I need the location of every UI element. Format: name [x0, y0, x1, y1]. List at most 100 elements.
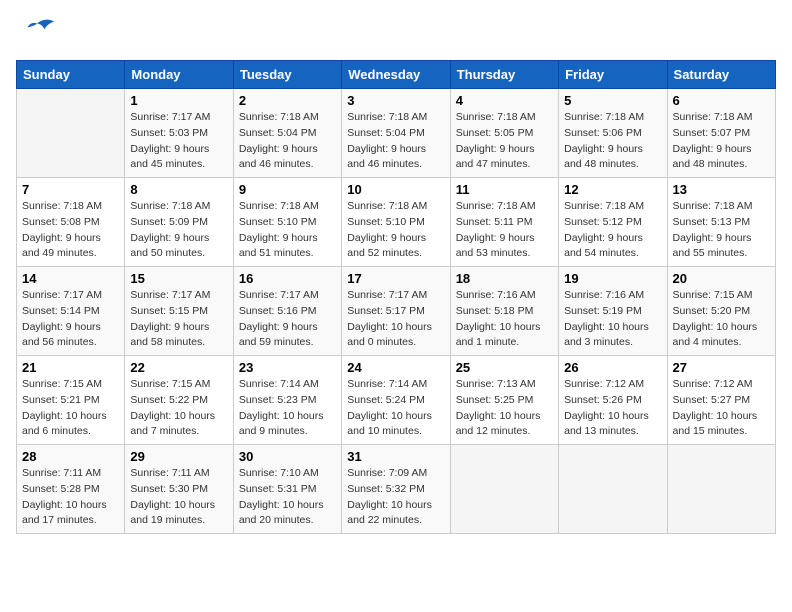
day-info: Sunrise: 7:18 AMSunset: 5:04 PMDaylight:… [239, 110, 336, 173]
day-info: Sunrise: 7:18 AMSunset: 5:09 PMDaylight:… [130, 199, 227, 262]
calendar-cell: 2Sunrise: 7:18 AMSunset: 5:04 PMDaylight… [233, 89, 341, 178]
day-number: 19 [564, 271, 661, 286]
day-number: 9 [239, 182, 336, 197]
day-number: 13 [673, 182, 770, 197]
logo [16, 16, 62, 52]
weekday-header-friday: Friday [559, 61, 667, 89]
day-info: Sunrise: 7:18 AMSunset: 5:07 PMDaylight:… [673, 110, 770, 173]
day-info: Sunrise: 7:11 AMSunset: 5:30 PMDaylight:… [130, 466, 227, 529]
day-number: 26 [564, 360, 661, 375]
day-info: Sunrise: 7:17 AMSunset: 5:15 PMDaylight:… [130, 288, 227, 351]
day-info: Sunrise: 7:15 AMSunset: 5:20 PMDaylight:… [673, 288, 770, 351]
calendar-cell: 11 Sunrise: 7:18 AMSunset: 5:11 PMDayligh… [450, 178, 558, 267]
calendar-cell: 26 Sunrise: 7:12 AMSunset: 5:26 PMDayligh… [559, 356, 667, 445]
day-number: 30 [239, 449, 336, 464]
calendar-week-3: 14 Sunrise: 7:17 AMSunset: 5:14 PMDayligh… [17, 267, 776, 356]
day-number: 12 [564, 182, 661, 197]
day-info: Sunrise: 7:09 AMSunset: 5:32 PMDaylight:… [347, 466, 444, 529]
calendar-cell: 21 Sunrise: 7:15 AMSunset: 5:21 PMDayligh… [17, 356, 125, 445]
calendar-cell: 1 Sunrise: 7:17 AMSunset: 5:03 PMDaylight… [125, 89, 233, 178]
day-info: Sunrise: 7:15 AMSunset: 5:22 PMDaylight:… [130, 377, 227, 440]
day-info: Sunrise: 7:16 AMSunset: 5:18 PMDaylight:… [456, 288, 553, 351]
day-info: Sunrise: 7:14 AMSunset: 5:23 PMDaylight:… [239, 377, 336, 440]
day-number: 28 [22, 449, 119, 464]
day-info: Sunrise: 7:18 AMSunset: 5:08 PMDaylight:… [22, 199, 119, 262]
day-info: Sunrise: 7:18 AMSunset: 5:04 PMDaylight:… [347, 110, 444, 173]
calendar-cell: 18 Sunrise: 7:16 AMSunset: 5:18 PMDayligh… [450, 267, 558, 356]
weekday-header-saturday: Saturday [667, 61, 775, 89]
day-info: Sunrise: 7:15 AMSunset: 5:21 PMDaylight:… [22, 377, 119, 440]
calendar-week-5: 28 Sunrise: 7:11 AMSunset: 5:28 PMDayligh… [17, 445, 776, 534]
day-number: 14 [22, 271, 119, 286]
page-header [16, 16, 776, 52]
day-info: Sunrise: 7:17 AMSunset: 5:16 PMDaylight:… [239, 288, 336, 351]
day-number: 1 [130, 93, 227, 108]
calendar-cell: 3Sunrise: 7:18 AMSunset: 5:04 PMDaylight… [342, 89, 450, 178]
day-number: 25 [456, 360, 553, 375]
day-number: 17 [347, 271, 444, 286]
weekday-header-thursday: Thursday [450, 61, 558, 89]
day-number: 11 [456, 182, 553, 197]
calendar-cell: 10 Sunrise: 7:18 AMSunset: 5:10 PMDayligh… [342, 178, 450, 267]
calendar-cell: 12 Sunrise: 7:18 AMSunset: 5:12 PMDayligh… [559, 178, 667, 267]
calendar-cell: 13Sunrise: 7:18 AMSunset: 5:13 PMDayligh… [667, 178, 775, 267]
day-number: 29 [130, 449, 227, 464]
weekday-header-row: SundayMondayTuesdayWednesdayThursdayFrid… [17, 61, 776, 89]
calendar-cell: 31Sunrise: 7:09 AMSunset: 5:32 PMDayligh… [342, 445, 450, 534]
calendar-body: 1 Sunrise: 7:17 AMSunset: 5:03 PMDaylight… [17, 89, 776, 534]
day-info: Sunrise: 7:18 AMSunset: 5:12 PMDaylight:… [564, 199, 661, 262]
day-info: Sunrise: 7:18 AMSunset: 5:10 PMDaylight:… [239, 199, 336, 262]
day-number: 5 [564, 93, 661, 108]
calendar-cell: 28 Sunrise: 7:11 AMSunset: 5:28 PMDayligh… [17, 445, 125, 534]
day-info: Sunrise: 7:18 AMSunset: 5:11 PMDaylight:… [456, 199, 553, 262]
day-info: Sunrise: 7:18 AMSunset: 5:05 PMDaylight:… [456, 110, 553, 173]
calendar-cell: 15 Sunrise: 7:17 AMSunset: 5:15 PMDayligh… [125, 267, 233, 356]
calendar-cell: 16Sunrise: 7:17 AMSunset: 5:16 PMDayligh… [233, 267, 341, 356]
day-info: Sunrise: 7:10 AMSunset: 5:31 PMDaylight:… [239, 466, 336, 529]
day-info: Sunrise: 7:13 AMSunset: 5:25 PMDaylight:… [456, 377, 553, 440]
calendar-cell: 20Sunrise: 7:15 AMSunset: 5:20 PMDayligh… [667, 267, 775, 356]
calendar-cell: 29 Sunrise: 7:11 AMSunset: 5:30 PMDayligh… [125, 445, 233, 534]
calendar-cell: 4 Sunrise: 7:18 AMSunset: 5:05 PMDaylight… [450, 89, 558, 178]
calendar-cell: 6Sunrise: 7:18 AMSunset: 5:07 PMDaylight… [667, 89, 775, 178]
day-number: 18 [456, 271, 553, 286]
day-number: 10 [347, 182, 444, 197]
weekday-header-wednesday: Wednesday [342, 61, 450, 89]
day-info: Sunrise: 7:17 AMSunset: 5:03 PMDaylight:… [130, 110, 227, 173]
day-number: 22 [130, 360, 227, 375]
day-info: Sunrise: 7:18 AMSunset: 5:10 PMDaylight:… [347, 199, 444, 262]
calendar-cell: 22 Sunrise: 7:15 AMSunset: 5:22 PMDayligh… [125, 356, 233, 445]
weekday-header-sunday: Sunday [17, 61, 125, 89]
day-number: 15 [130, 271, 227, 286]
calendar-cell: 8 Sunrise: 7:18 AMSunset: 5:09 PMDaylight… [125, 178, 233, 267]
calendar-cell: 7Sunrise: 7:18 AMSunset: 5:08 PMDaylight… [17, 178, 125, 267]
calendar-cell [559, 445, 667, 534]
day-info: Sunrise: 7:17 AMSunset: 5:17 PMDaylight:… [347, 288, 444, 351]
calendar-cell: 5 Sunrise: 7:18 AMSunset: 5:06 PMDaylight… [559, 89, 667, 178]
day-info: Sunrise: 7:18 AMSunset: 5:06 PMDaylight:… [564, 110, 661, 173]
day-number: 8 [130, 182, 227, 197]
calendar-cell: 14 Sunrise: 7:17 AMSunset: 5:14 PMDayligh… [17, 267, 125, 356]
day-info: Sunrise: 7:12 AMSunset: 5:26 PMDaylight:… [564, 377, 661, 440]
day-info: Sunrise: 7:14 AMSunset: 5:24 PMDaylight:… [347, 377, 444, 440]
day-number: 4 [456, 93, 553, 108]
day-info: Sunrise: 7:16 AMSunset: 5:19 PMDaylight:… [564, 288, 661, 351]
calendar-cell: 19 Sunrise: 7:16 AMSunset: 5:19 PMDayligh… [559, 267, 667, 356]
day-info: Sunrise: 7:12 AMSunset: 5:27 PMDaylight:… [673, 377, 770, 440]
logo-icon [16, 16, 58, 52]
calendar-week-4: 21 Sunrise: 7:15 AMSunset: 5:21 PMDayligh… [17, 356, 776, 445]
weekday-header-monday: Monday [125, 61, 233, 89]
day-number: 24 [347, 360, 444, 375]
calendar-header: SundayMondayTuesdayWednesdayThursdayFrid… [17, 61, 776, 89]
calendar-cell [450, 445, 558, 534]
day-info: Sunrise: 7:17 AMSunset: 5:14 PMDaylight:… [22, 288, 119, 351]
day-info: Sunrise: 7:11 AMSunset: 5:28 PMDaylight:… [22, 466, 119, 529]
calendar-cell: 23Sunrise: 7:14 AMSunset: 5:23 PMDayligh… [233, 356, 341, 445]
day-number: 21 [22, 360, 119, 375]
calendar-cell: 25 Sunrise: 7:13 AMSunset: 5:25 PMDayligh… [450, 356, 558, 445]
calendar-cell: 30 Sunrise: 7:10 AMSunset: 5:31 PMDayligh… [233, 445, 341, 534]
day-number: 27 [673, 360, 770, 375]
calendar-cell: 27 Sunrise: 7:12 AMSunset: 5:27 PMDayligh… [667, 356, 775, 445]
calendar-cell: 9 Sunrise: 7:18 AMSunset: 5:10 PMDaylight… [233, 178, 341, 267]
calendar-cell [667, 445, 775, 534]
